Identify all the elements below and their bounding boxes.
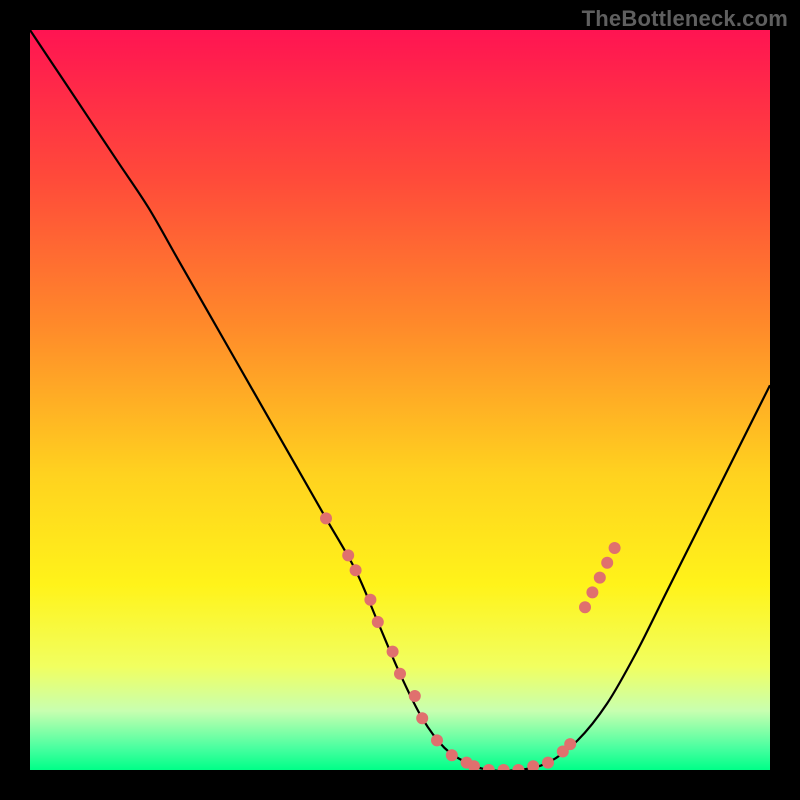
curve-dot — [601, 557, 613, 569]
curve-dot — [586, 586, 598, 598]
curve-dot — [372, 616, 384, 628]
curve-dot — [409, 690, 421, 702]
curve-dot — [394, 668, 406, 680]
curve-dot — [416, 712, 428, 724]
curve-dot — [594, 572, 606, 584]
curve-dot — [320, 512, 332, 524]
plot-background — [30, 30, 770, 770]
curve-dot — [387, 646, 399, 658]
chart-stage: TheBottleneck.com — [0, 0, 800, 800]
curve-dot — [364, 594, 376, 606]
curve-dot — [342, 549, 354, 561]
watermark-text: TheBottleneck.com — [582, 6, 788, 32]
chart-svg — [0, 0, 800, 800]
curve-dot — [350, 564, 362, 576]
curve-dot — [564, 738, 576, 750]
curve-dot — [446, 749, 458, 761]
curve-dot — [609, 542, 621, 554]
curve-dot — [542, 757, 554, 769]
curve-dot — [431, 734, 443, 746]
curve-dot — [579, 601, 591, 613]
